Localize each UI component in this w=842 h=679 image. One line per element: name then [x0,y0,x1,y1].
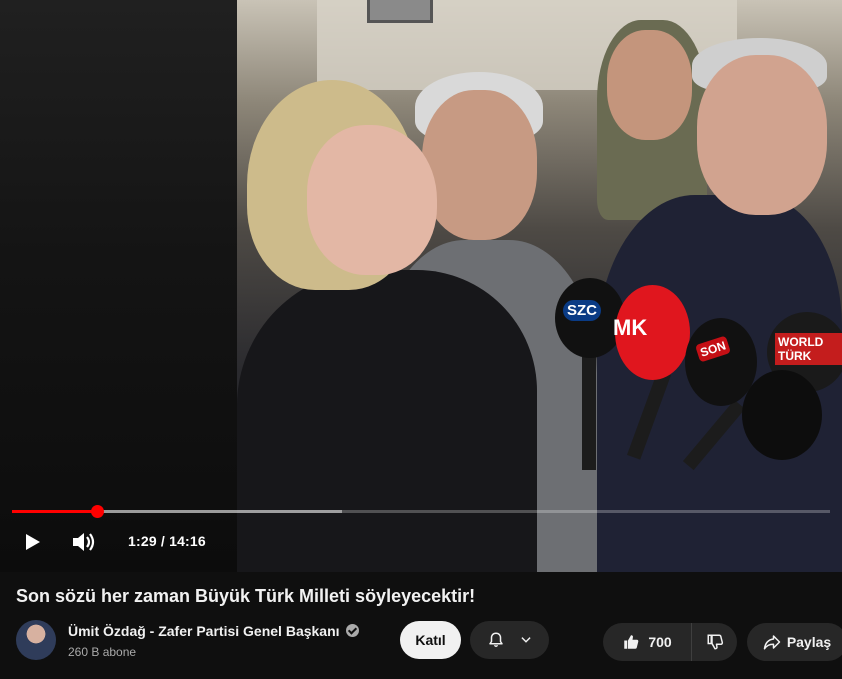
volume-icon [73,533,95,551]
video-frame: SZC MK SON WORLD TÜRK [237,0,842,572]
verified-badge-icon [345,624,359,637]
progress-played [12,510,98,513]
mic-handle [582,350,596,470]
like-count: 700 [648,634,672,650]
mic-label-szc: SZC [563,300,601,321]
woman-face [307,125,437,275]
share-icon [763,635,781,650]
channel-name-row[interactable]: Ümit Özdağ - Zafer Partisi Genel Başkanı [68,623,359,639]
subscription-bell-button[interactable] [470,621,549,659]
time-display: 1:29 / 14:16 [128,533,206,549]
background-window [367,0,433,23]
like-button[interactable]: 700 [603,623,692,661]
play-icon [26,534,40,550]
speaker-face [697,55,827,215]
like-dislike-group: 700 [603,623,737,661]
channel-name[interactable]: Ümit Özdağ - Zafer Partisi Genel Başkanı [68,623,340,639]
thumbs-down-icon [707,634,723,650]
join-button[interactable]: Katıl [400,621,461,659]
thumbs-up-icon [624,635,639,649]
video-title: Son sözü her zaman Büyük Türk Milleti sö… [16,586,476,606]
volume-button[interactable] [64,522,104,562]
video-player[interactable]: SZC MK SON WORLD TÜRK 1:29 / 14:16 [0,0,842,572]
avatar[interactable] [16,620,56,660]
bodyguard-face [607,30,692,140]
microphone-nn [742,370,822,460]
play-button[interactable] [12,522,52,562]
subscriber-count: 260 B abone [68,645,137,659]
grey-haired-man-face [422,90,537,240]
bell-icon [488,632,503,648]
video-frame-left-shadow [0,0,237,572]
share-label: Paylaş [786,634,832,650]
share-button[interactable]: Paylaş [747,623,842,661]
player-controls: 1:29 / 14:16 [0,522,842,562]
join-button-label: Katıl [415,632,446,648]
mic-label-mk: MK [613,315,648,340]
progress-scrubber[interactable] [91,505,105,518]
progress-bar[interactable] [12,505,830,518]
dislike-button[interactable] [692,623,737,661]
chevron-down-icon [520,637,531,643]
video-owner-row: Ümit Özdağ - Zafer Partisi Genel Başkanı… [16,620,842,661]
mic-label-world: WORLD TÜRK [775,333,842,365]
